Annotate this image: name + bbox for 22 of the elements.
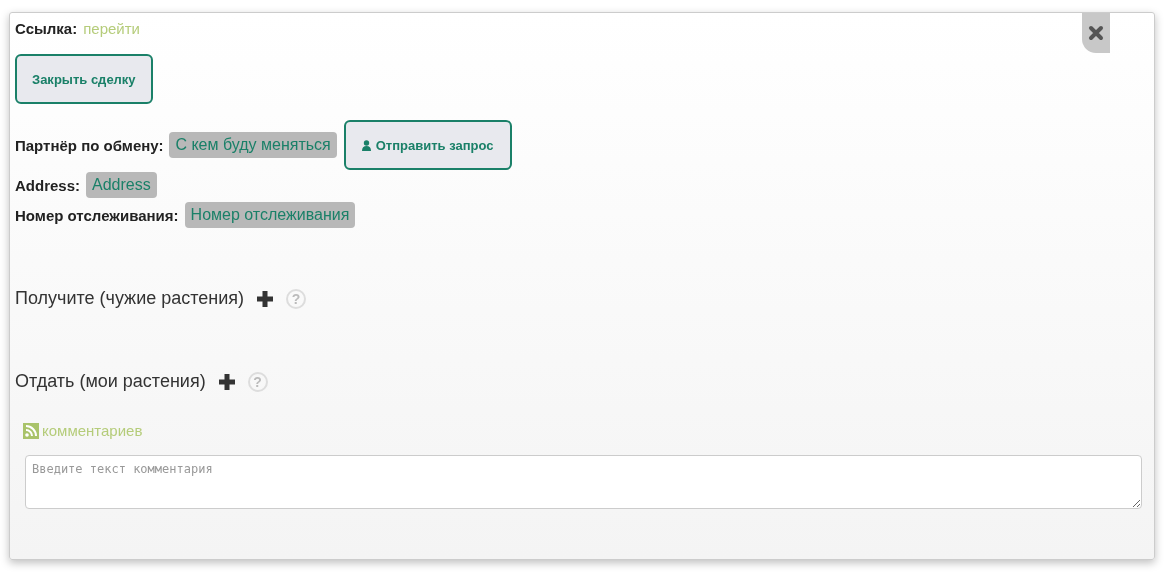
comment-field[interactable]: Введите текст комментария (25, 455, 1142, 509)
close-button[interactable] (1082, 13, 1110, 53)
close-icon (1088, 25, 1104, 41)
field-value[interactable]: Номер отслеживания (184, 202, 356, 228)
send-request-button[interactable]: Отправить запрос (343, 120, 512, 170)
rss-icon (23, 422, 39, 439)
field-label: Address: (15, 176, 81, 194)
help-icon[interactable]: ? (247, 371, 268, 392)
plus-icon[interactable] (217, 372, 236, 391)
field-label: Партнёр по обмену: (15, 136, 164, 154)
link-label: Ссылка: (15, 20, 78, 37)
comments-feed-link[interactable]: комментариев (42, 422, 143, 439)
field-label: Номер отслеживания: (15, 206, 179, 224)
plus-icon[interactable] (256, 289, 275, 308)
section-title: Получите (чужие растения) (15, 288, 245, 309)
close-deal-button[interactable]: Закрыть сделку (15, 54, 153, 104)
user-icon (361, 139, 371, 151)
section-title: Отдать (мои растения) (15, 371, 206, 392)
go-link[interactable]: перейти (83, 20, 140, 37)
field-value[interactable]: Address (86, 172, 157, 198)
help-icon[interactable]: ? (286, 288, 307, 309)
field-value[interactable]: С кем буду меняться (169, 132, 337, 158)
